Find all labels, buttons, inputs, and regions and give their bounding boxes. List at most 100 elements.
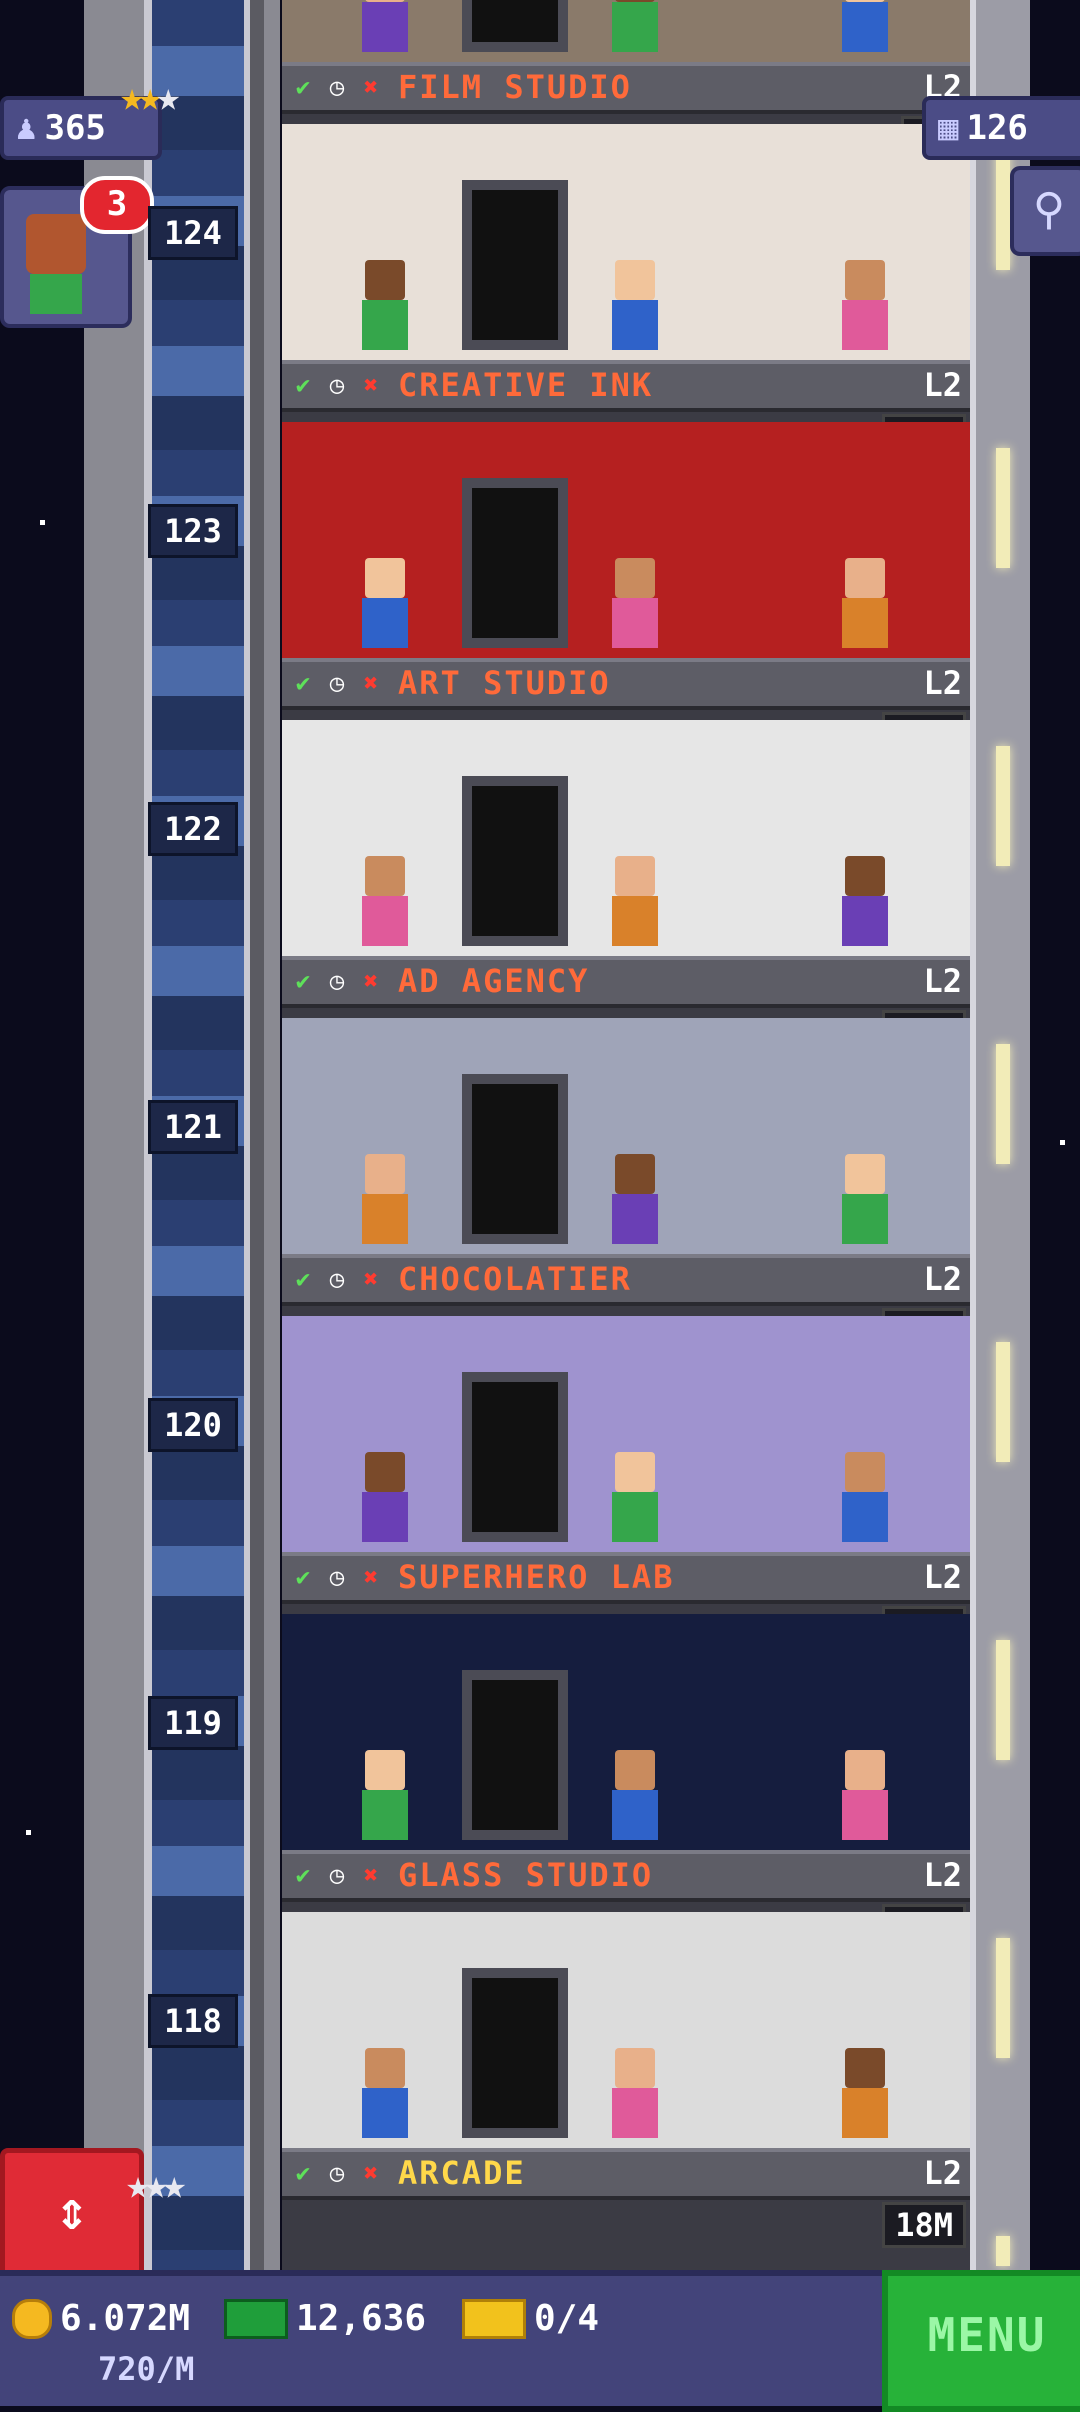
floor-name: GLASS STUDIO xyxy=(398,1856,654,1894)
bitizen-body xyxy=(612,598,658,648)
floor-label-bar[interactable]: ✔ ◷ ✖ CHOCOLATIER L2 xyxy=(282,1254,970,1306)
bitizen[interactable] xyxy=(362,1452,408,1542)
bitizen-body xyxy=(362,2,408,52)
wall-light xyxy=(996,1640,1010,1760)
bitizen[interactable] xyxy=(612,0,658,52)
x-icon: ✖ xyxy=(363,371,379,399)
floors-counter[interactable]: ▦ 126 xyxy=(922,96,1080,160)
bux-display[interactable]: 12,636 xyxy=(224,2298,426,2339)
room-interior[interactable] xyxy=(282,1614,970,1850)
floor-label-bar[interactable]: ✔ ◷ ✖ ART STUDIO L2 xyxy=(282,658,970,710)
bitizen[interactable] xyxy=(612,1154,658,1244)
elevator-door xyxy=(462,1372,568,1542)
bitizen[interactable] xyxy=(612,2048,658,2138)
room-interior[interactable] xyxy=(282,1316,970,1552)
person-icon: ♟ xyxy=(16,108,37,148)
wall-light xyxy=(996,1342,1010,1462)
bitizen[interactable] xyxy=(612,1452,658,1542)
room-interior[interactable] xyxy=(282,124,970,360)
bitizen[interactable] xyxy=(362,856,408,946)
floor-label-bar[interactable]: ✔ ◷ ✖ ARCADE L2 xyxy=(282,2148,970,2200)
avatar-head xyxy=(26,214,86,274)
bitizen-body xyxy=(842,1492,888,1542)
clock-icon: ◷ xyxy=(329,73,345,101)
floor-creative-ink[interactable]: ✔◷✖CREATIVE INKL220M xyxy=(282,124,970,460)
floor-status-icons: ✔ ◷ ✖ xyxy=(288,2158,386,2190)
tickets-display[interactable]: 0/4 xyxy=(462,2298,599,2339)
floor-number: 118 xyxy=(148,1994,238,2048)
floor-level: L2 xyxy=(923,2154,962,2192)
bitizen-head xyxy=(365,1154,405,1194)
floor-status-icons: ✔ ◷ ✖ xyxy=(288,1264,386,1296)
checkmark-icon: ✔ xyxy=(295,1265,311,1293)
bitizen-head xyxy=(615,856,655,896)
floor-number: 120 xyxy=(148,1398,238,1452)
bitizen[interactable] xyxy=(362,0,408,52)
floor-ad-agency[interactable]: ✔◷✖AD AGENCYL228M xyxy=(282,720,970,1056)
bitizen[interactable] xyxy=(842,856,888,946)
tickets-value: 0/4 xyxy=(534,2298,600,2339)
magnifier-icon[interactable]: ⚲ xyxy=(1010,166,1080,256)
bitizen-body xyxy=(842,300,888,350)
bitizen[interactable] xyxy=(842,2048,888,2138)
clock-icon: ◷ xyxy=(329,669,345,697)
bitizen[interactable] xyxy=(362,558,408,648)
floor-film-studio[interactable]: ✔◷✖FILM STUDIOL227 xyxy=(282,0,970,162)
bitizen[interactable] xyxy=(362,260,408,350)
bitizen[interactable] xyxy=(612,1750,658,1840)
elevator-door xyxy=(462,0,568,52)
checkmark-icon: ✔ xyxy=(295,967,311,995)
floor-label-bar[interactable]: ✔ ◷ ✖ CREATIVE INK L2 xyxy=(282,360,970,412)
floor-superhero-lab[interactable]: ✔◷✖SUPERHERO LABL218M xyxy=(282,1316,970,1652)
checkmark-icon: ✔ xyxy=(295,669,311,697)
bitizen[interactable] xyxy=(842,0,888,52)
bitizen-head xyxy=(845,558,885,598)
checkmark-icon: ✔ xyxy=(295,1861,311,1889)
floor-label-bar[interactable]: ✔ ◷ ✖ SUPERHERO LAB L2 xyxy=(282,1552,970,1604)
ticket-icon xyxy=(462,2298,526,2339)
floor-glass-studio[interactable]: ✔◷✖GLASS STUDIOL226M xyxy=(282,1614,970,1950)
bitizen[interactable] xyxy=(362,2048,408,2138)
bitizen[interactable] xyxy=(362,1750,408,1840)
floor-status-icons: ✔ ◷ ✖ xyxy=(288,72,386,104)
clock-icon: ◷ xyxy=(329,1563,345,1591)
star xyxy=(1060,1140,1065,1145)
population-value: 365 xyxy=(44,108,106,148)
coins-value: 6.072M xyxy=(60,2298,191,2339)
bitizen[interactable] xyxy=(612,558,658,648)
coins-display[interactable]: 6.072M xyxy=(12,2298,190,2339)
bitizen[interactable] xyxy=(612,856,658,946)
elevator-door xyxy=(462,1968,568,2138)
floor-status-icons: ✔ ◷ ✖ xyxy=(288,1562,386,1594)
floor-label-bar[interactable]: ✔ ◷ ✖ AD AGENCY L2 xyxy=(282,956,970,1008)
bitizen[interactable] xyxy=(612,260,658,350)
bitizen[interactable] xyxy=(842,1750,888,1840)
bitizen-head xyxy=(845,1452,885,1492)
elevator-call-button[interactable]: ⇕ xyxy=(0,2148,144,2282)
wall-light xyxy=(996,150,1010,270)
star xyxy=(40,520,45,525)
bitizen[interactable] xyxy=(362,1154,408,1244)
bitizen[interactable] xyxy=(842,1452,888,1542)
room-interior[interactable] xyxy=(282,1912,970,2148)
bitizen-head xyxy=(845,260,885,300)
bitizen[interactable] xyxy=(842,558,888,648)
bitizen-head xyxy=(365,1452,405,1492)
floor-art-studio[interactable]: ✔◷✖ART STUDIOL226M xyxy=(282,422,970,758)
floor-arcade[interactable]: ✔ ◷ ✖ ARCADE L2 18M xyxy=(282,1912,970,2248)
floor-chocolatier[interactable]: ✔◷✖CHOCOLATIERL223M xyxy=(282,1018,970,1354)
bitizen[interactable] xyxy=(842,1154,888,1244)
floor-label-bar[interactable]: ✔ ◷ ✖ GLASS STUDIO L2 xyxy=(282,1850,970,1902)
bitizen-body xyxy=(362,1790,408,1840)
floor-label-bar[interactable]: ✔ ◷ ✖ FILM STUDIO L2 xyxy=(282,62,970,114)
floor-level: L2 xyxy=(923,1558,962,1596)
bitizen-head xyxy=(365,260,405,300)
bitizen[interactable] xyxy=(842,260,888,350)
room-interior[interactable] xyxy=(282,1018,970,1254)
room-interior[interactable] xyxy=(282,720,970,956)
floor-level: L2 xyxy=(923,1856,962,1894)
room-interior[interactable] xyxy=(282,422,970,658)
room-interior[interactable] xyxy=(282,0,970,62)
bitizen-body xyxy=(612,1194,658,1244)
menu-button[interactable]: MENU xyxy=(882,2270,1080,2412)
